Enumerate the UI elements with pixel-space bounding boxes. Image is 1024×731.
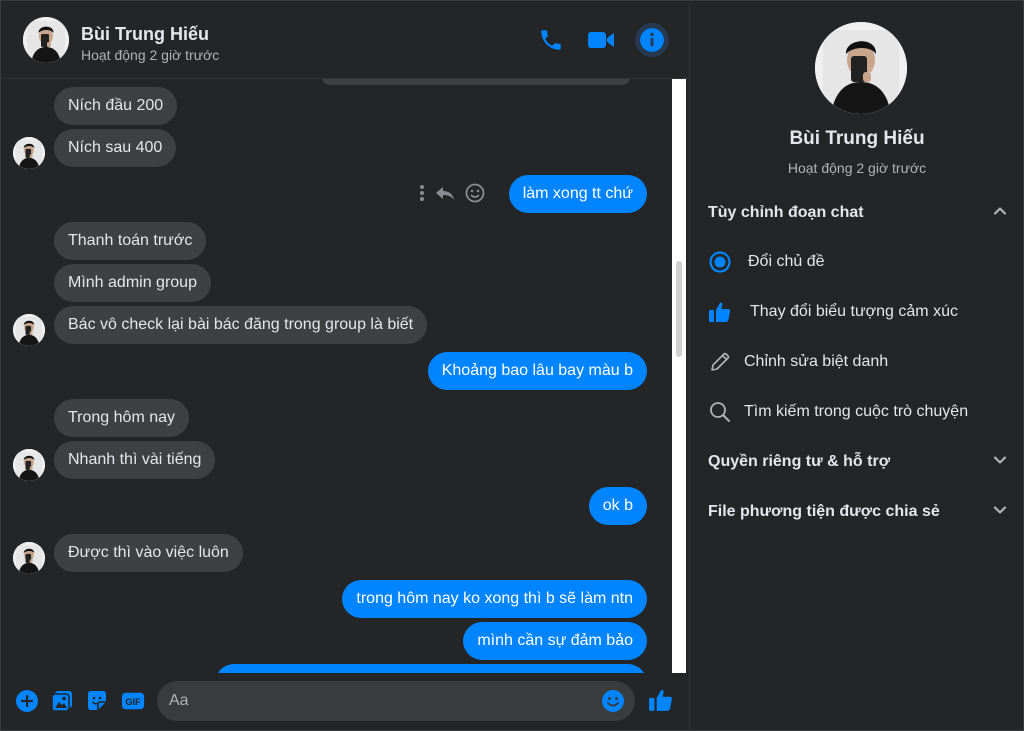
video-camera-icon[interactable]	[586, 25, 616, 55]
message-bubble-outgoing[interactable]: làm xong tt chứ	[508, 175, 647, 213]
message-input[interactable]	[169, 681, 589, 721]
message-bubble-incoming[interactable]: Bác vô check lại bài bác đăng trong grou…	[54, 306, 428, 344]
conversation-info-panel: Bùi Trung Hiếu Hoạt động 2 giờ trước Tùy…	[689, 3, 1023, 730]
sticker-icon[interactable]	[85, 689, 109, 713]
info-icon[interactable]	[635, 23, 669, 57]
message-bubble-incoming[interactable]: Được thì vào việc luôn	[54, 534, 243, 572]
chevron-down-icon	[992, 502, 1008, 523]
message-actions	[419, 183, 485, 207]
gif-icon[interactable]: GIF	[121, 689, 145, 713]
option-label: Thay đổi biểu tượng cảm xúc	[750, 303, 958, 320]
message-bubble-partial	[323, 79, 629, 85]
message-bubble-incoming[interactable]: Ních sau 400	[54, 129, 177, 167]
composer-bar: GIF	[3, 673, 688, 730]
messenger-window: Bùi Trung Hiếu Hoạt động 2 giờ trước Níc…	[0, 0, 1024, 731]
contact-avatar-large[interactable]	[815, 22, 907, 114]
scrollbar-track[interactable]	[672, 79, 686, 673]
thumbs-up-icon[interactable]	[648, 687, 674, 713]
message-bubble-outgoing[interactable]: Khoảng bao lâu bay màu b	[427, 352, 647, 390]
message-bubble-incoming[interactable]: Thanh toán trước	[54, 222, 207, 260]
chat-header: Bùi Trung Hiếu Hoạt động 2 giờ trước	[3, 3, 688, 79]
option-label: Đổi chủ đề	[748, 253, 825, 270]
reply-icon[interactable]	[435, 184, 455, 207]
pencil-icon	[708, 350, 732, 374]
plus-icon[interactable]	[15, 689, 39, 713]
section-customize-chat-title: Tùy chỉnh đoạn chat	[708, 204, 864, 221]
option-label: Tìm kiếm trong cuộc trò chuyện	[744, 403, 969, 420]
message-bubble-outgoing[interactable]: trong hôm nay ko xong thì b sẽ làm ntn	[342, 580, 647, 618]
contact-avatar[interactable]	[23, 17, 69, 63]
thumbs-up-icon	[708, 300, 732, 324]
chevron-up-icon	[992, 203, 1008, 224]
message-bubble-incoming[interactable]: Ních đầu 200	[54, 87, 178, 125]
info-contact-name[interactable]: Bùi Trung Hiếu	[690, 128, 1024, 150]
more-options-icon[interactable]	[419, 184, 425, 207]
scrollbar-thumb[interactable]	[676, 261, 682, 357]
section-privacy-title: Quyền riêng tư & hỗ trợ	[708, 453, 891, 470]
option-edit-nickname[interactable]: Chỉnh sửa biệt danh	[708, 345, 1018, 379]
message-bubble-incoming[interactable]: Nhanh thì vài tiếng	[54, 441, 216, 479]
info-contact-status: Hoạt động 2 giờ trước	[787, 160, 927, 176]
message-bubble-incoming[interactable]: Trong hôm nay	[54, 399, 190, 437]
react-emoji-icon[interactable]	[465, 183, 485, 208]
message-bubble-outgoing[interactable]: ok b	[588, 487, 647, 525]
emoji-icon[interactable]	[601, 689, 625, 713]
option-change-theme[interactable]: Đổi chủ đề	[708, 245, 1018, 279]
gif-icon-label: GIF	[125, 697, 141, 707]
message-bubble-outgoing[interactable]: mình cần sự đảm bảo	[463, 622, 647, 660]
message-list[interactable]: Ních đầu 200 Ních sau 400 làm xong tt ch…	[3, 79, 671, 673]
message-bubble-outgoing-partial[interactable]	[215, 664, 647, 673]
option-label: Chỉnh sửa biệt danh	[744, 353, 889, 370]
option-search-conversation[interactable]: Tìm kiếm trong cuộc trò chuyện	[708, 395, 1018, 429]
image-icon[interactable]	[50, 689, 74, 713]
option-change-emoji[interactable]: Thay đổi biểu tượng cảm xúc	[708, 295, 1018, 329]
search-icon	[708, 400, 732, 424]
contact-avatar-small[interactable]	[13, 137, 45, 169]
message-bubble-incoming[interactable]: Mình admin group	[54, 264, 211, 302]
section-customize-chat[interactable]: Tùy chỉnh đoạn chat	[708, 198, 1008, 228]
contact-avatar-small[interactable]	[13, 314, 45, 346]
message-input-box[interactable]	[157, 681, 635, 721]
contact-status: Hoạt động 2 giờ trước	[81, 47, 220, 63]
section-media-title: File phương tiện được chia sẻ	[708, 503, 940, 520]
contact-avatar-small[interactable]	[13, 542, 45, 574]
theme-icon	[708, 250, 732, 274]
phone-icon[interactable]	[536, 25, 566, 55]
chat-panel: Bùi Trung Hiếu Hoạt động 2 giờ trước Níc…	[3, 3, 688, 730]
contact-name[interactable]: Bùi Trung Hiếu	[81, 24, 209, 45]
contact-avatar-small[interactable]	[13, 449, 45, 481]
chevron-down-icon	[992, 452, 1008, 473]
section-privacy-support[interactable]: Quyền riêng tư & hỗ trợ	[708, 447, 1008, 477]
section-shared-media[interactable]: File phương tiện được chia sẻ	[708, 497, 1008, 527]
